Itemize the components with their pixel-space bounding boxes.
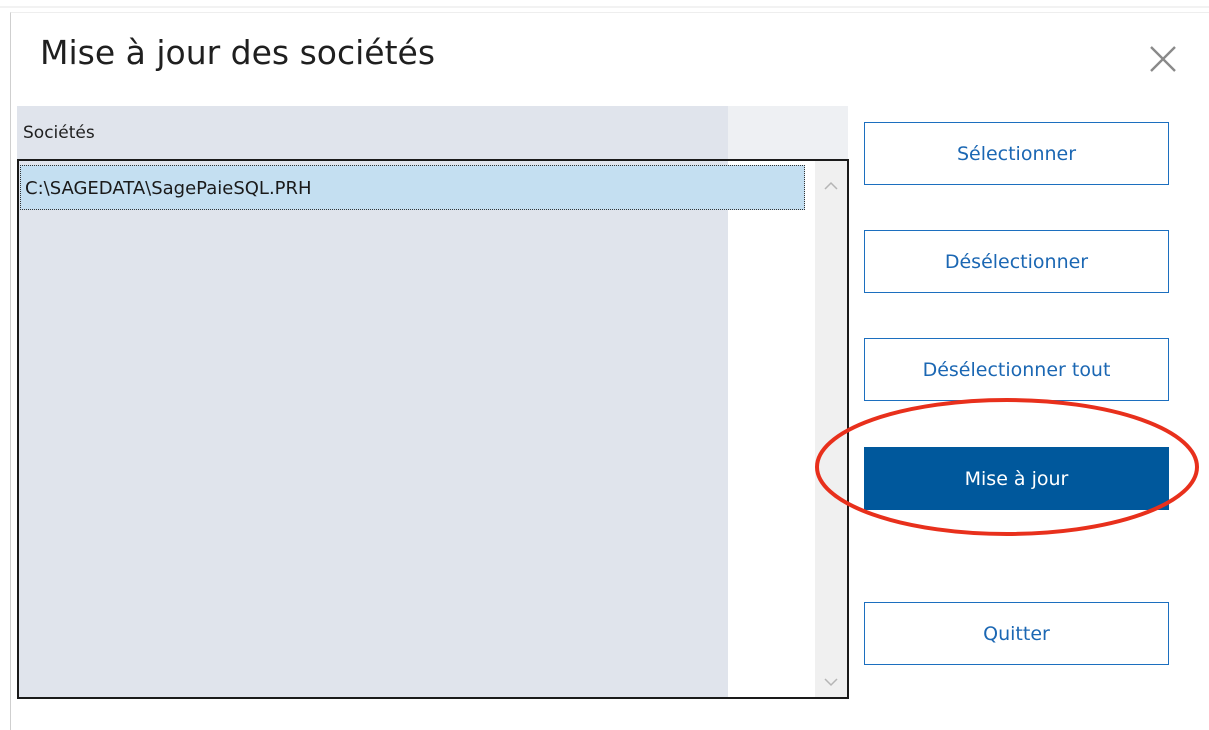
quit-button[interactable]: Quitter [864, 602, 1169, 665]
select-button[interactable]: Sélectionner [864, 122, 1169, 185]
chevron-down-icon [824, 678, 838, 687]
list-item[interactable]: C:\SAGEDATA\SagePaieSQL.PRH [20, 165, 805, 210]
deselect-all-button[interactable]: Désélectionner tout [864, 338, 1169, 401]
scroll-up-button[interactable] [823, 177, 839, 190]
companies-header: Sociétés [23, 123, 95, 143]
close-button[interactable] [1141, 35, 1185, 79]
update-button[interactable]: Mise à jour [864, 447, 1169, 510]
dialog-title: Mise à jour des sociétés [40, 33, 436, 72]
close-icon [1150, 46, 1176, 72]
companies-listbox[interactable]: C:\SAGEDATA\SagePaieSQL.PRH [17, 159, 849, 699]
deselect-button[interactable]: Désélectionner [864, 230, 1169, 293]
update-companies-dialog: Mise à jour des sociétés Sociétés C:\SAG… [10, 12, 1209, 730]
scroll-down-button[interactable] [823, 673, 839, 687]
companies-panel-strip [728, 106, 848, 160]
vertical-scrollbar[interactable] [815, 161, 847, 697]
chevron-up-icon [824, 181, 838, 190]
listbox-empty-area [728, 161, 815, 697]
window-top-edge [0, 6, 1209, 8]
